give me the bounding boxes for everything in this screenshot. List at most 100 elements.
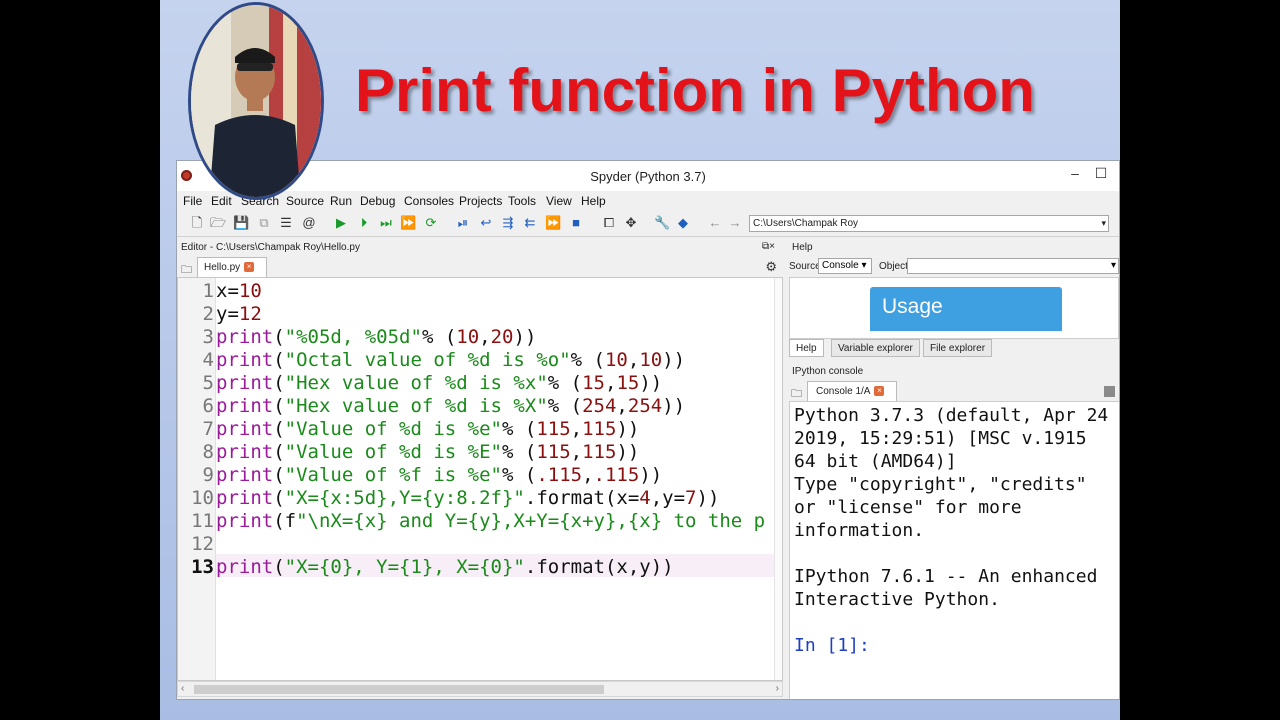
menu-run[interactable]: Run (330, 194, 352, 208)
forward-arrow-icon[interactable]: → (727, 215, 743, 231)
slide-headline: Print function in Python (355, 57, 1035, 124)
code-token: )) (639, 372, 663, 394)
menu-debug[interactable]: Debug (360, 194, 395, 208)
fullscreen-icon[interactable]: ✥ (623, 215, 639, 231)
run-cell-icon[interactable]: ⏵ (356, 215, 372, 231)
toolbar: 🗋 🗁 💾 ⧉ ☰ @ ▶ ⏵ ⏭ ⏩ ⟳ ⏯ ↩ ⇶ ⇇ ⏩ ■ ⧠ ✥ 🔧 … (177, 211, 1119, 237)
code-token: 10 (456, 326, 480, 348)
code-token: % ( (547, 372, 583, 394)
code-line[interactable]: print("Hex value of %d is %X"% (254,254)… (216, 395, 685, 418)
code-line[interactable]: print("X={0}, Y={1}, X={0}".format(x,y)) (216, 556, 674, 579)
tab-hello-py[interactable]: Hello.py × (197, 257, 267, 277)
undock-icon[interactable]: ⧉× (762, 241, 775, 252)
code-token: % ( (421, 326, 457, 348)
stop-debug-icon[interactable]: ■ (568, 215, 584, 231)
code-token: print (216, 556, 274, 578)
code-line[interactable]: print("Value of %f is %e"% (.115,.115)) (216, 464, 662, 487)
run-cell-advance-icon[interactable]: ⏭ (378, 215, 394, 231)
code-line[interactable]: print("Hex value of %d is %x"% (15,15)) (216, 372, 662, 395)
save-icon[interactable]: 💾 (233, 215, 249, 231)
code-token: , (627, 349, 640, 371)
debug-icon[interactable]: ⏯ (455, 215, 471, 231)
editor-vertical-scrollbar[interactable] (774, 278, 782, 680)
gear-icon[interactable]: ⚙ (765, 259, 777, 275)
editor-horizontal-scrollbar[interactable]: ‹ › (177, 681, 783, 697)
line-number: 10 (191, 487, 214, 509)
stop-icon[interactable] (1104, 386, 1115, 397)
console-output-line: Interactive Python. (794, 589, 1000, 610)
python-path-icon[interactable]: ◆ (675, 215, 691, 231)
ipython-console[interactable]: Python 3.7.3 (default, Apr 24 2019, 15:29… (789, 401, 1119, 699)
step-icon[interactable]: ↩ (478, 215, 494, 231)
step-into-icon[interactable]: ⇶ (500, 215, 516, 231)
console-tabs: 🗀 Console 1/A × (787, 381, 1119, 401)
code-line[interactable]: x=10 (216, 280, 262, 303)
code-token: "Octal value of %d is %o" (284, 349, 571, 371)
code-line[interactable]: print("Value of %d is %e"% (115,115)) (216, 418, 639, 441)
code-token: )) (513, 326, 537, 348)
working-directory-combo[interactable]: C:\Users\Champak Roy ▾ (749, 215, 1109, 232)
maximize-button[interactable]: ☐ (1091, 165, 1111, 185)
tab-console-1[interactable]: Console 1/A × (807, 381, 897, 401)
code-token: "Value of %f is %e" (284, 464, 502, 486)
code-line[interactable]: print(f"\nX={x} and Y={y},X+Y={x+y},{x} … (216, 510, 765, 533)
code-token: % ( (502, 464, 537, 486)
open-folder-icon[interactable]: 🗁 (210, 215, 226, 231)
scroll-right-icon[interactable]: › (776, 683, 779, 694)
save-all-icon[interactable]: ⧉ (256, 215, 272, 231)
list-icon[interactable]: ☰ (278, 215, 294, 231)
tab-help[interactable]: Help (789, 339, 824, 357)
at-icon[interactable]: @ (301, 215, 317, 231)
menu-consoles[interactable]: Consoles (404, 194, 454, 208)
preferences-icon[interactable]: 🔧 (654, 215, 670, 231)
code-line[interactable]: print("X={x:5d},Y={y:8.2f}".format(x=4,y… (216, 487, 719, 510)
minimize-button[interactable]: – (1065, 165, 1085, 185)
code-line[interactable]: print("%05d, %05d"% (10,20)) (216, 326, 536, 349)
menu-tools[interactable]: Tools (508, 194, 536, 208)
continue-icon[interactable]: ⏩ (545, 215, 561, 231)
scroll-left-icon[interactable]: ‹ (181, 683, 184, 694)
close-icon[interactable]: × (874, 386, 885, 397)
run-selection-icon[interactable]: ⏩ (400, 215, 416, 231)
code-token: print (216, 372, 274, 394)
spyder-window: Spyder (Python 3.7) – ☐ File Edit Search… (176, 160, 1120, 700)
tab-label: Hello.py (204, 262, 241, 273)
code-token: "Value of %d is %e" (284, 418, 502, 440)
code-line[interactable]: print("Octal value of %d is %o"% (10,10)… (216, 349, 685, 372)
code-line[interactable]: print("Value of %d is %E"% (115,115)) (216, 441, 639, 464)
source-select[interactable]: Console ▾ (818, 258, 872, 274)
close-icon[interactable]: × (244, 262, 255, 273)
code-token: .115 (593, 464, 640, 486)
line-number: 8 (202, 441, 214, 463)
code-token: 12 (238, 303, 262, 325)
line-number: 13 (191, 556, 214, 578)
new-file-icon[interactable]: 🗋 (189, 215, 205, 231)
code-token: )) (616, 418, 640, 440)
run-icon[interactable]: ▶ (333, 215, 349, 231)
menu-view[interactable]: View (546, 194, 572, 208)
tab-variable-explorer[interactable]: Variable explorer (831, 339, 920, 357)
menu-file[interactable]: File (183, 194, 202, 208)
code-line[interactable]: y=12 (216, 303, 262, 326)
code-editor[interactable]: 1 2 3 4 5 6 7 8 9 10 11 12 13 x=10 y=12 print("%05d, %… (177, 277, 783, 681)
rerun-icon[interactable]: ⟳ (423, 215, 439, 231)
help-pane-header: Help (792, 242, 813, 253)
line-number: 7 (202, 418, 214, 440)
line-number: 12 (191, 533, 214, 555)
menu-edit[interactable]: Edit (211, 194, 232, 208)
scroll-thumb[interactable] (194, 685, 604, 694)
object-input[interactable]: ▾ (907, 258, 1119, 274)
source-value: Console (822, 260, 859, 271)
menu-projects[interactable]: Projects (459, 194, 502, 208)
menu-source[interactable]: Source (286, 194, 324, 208)
code-token: )) (662, 395, 686, 417)
code-area[interactable]: x=10 y=12 print("%05d, %05d"% (10,20)) prin… (216, 278, 774, 680)
maximize-pane-icon[interactable]: ⧠ (601, 215, 617, 231)
code-token: print (216, 464, 274, 486)
tab-file-explorer[interactable]: File explorer (923, 339, 993, 357)
step-return-icon[interactable]: ⇇ (522, 215, 538, 231)
back-arrow-icon[interactable]: ← (707, 215, 723, 231)
menu-help[interactable]: Help (581, 194, 606, 208)
help-toolbar: Source Console ▾ Object ▾ (787, 257, 1119, 277)
code-token: )) (639, 464, 663, 486)
